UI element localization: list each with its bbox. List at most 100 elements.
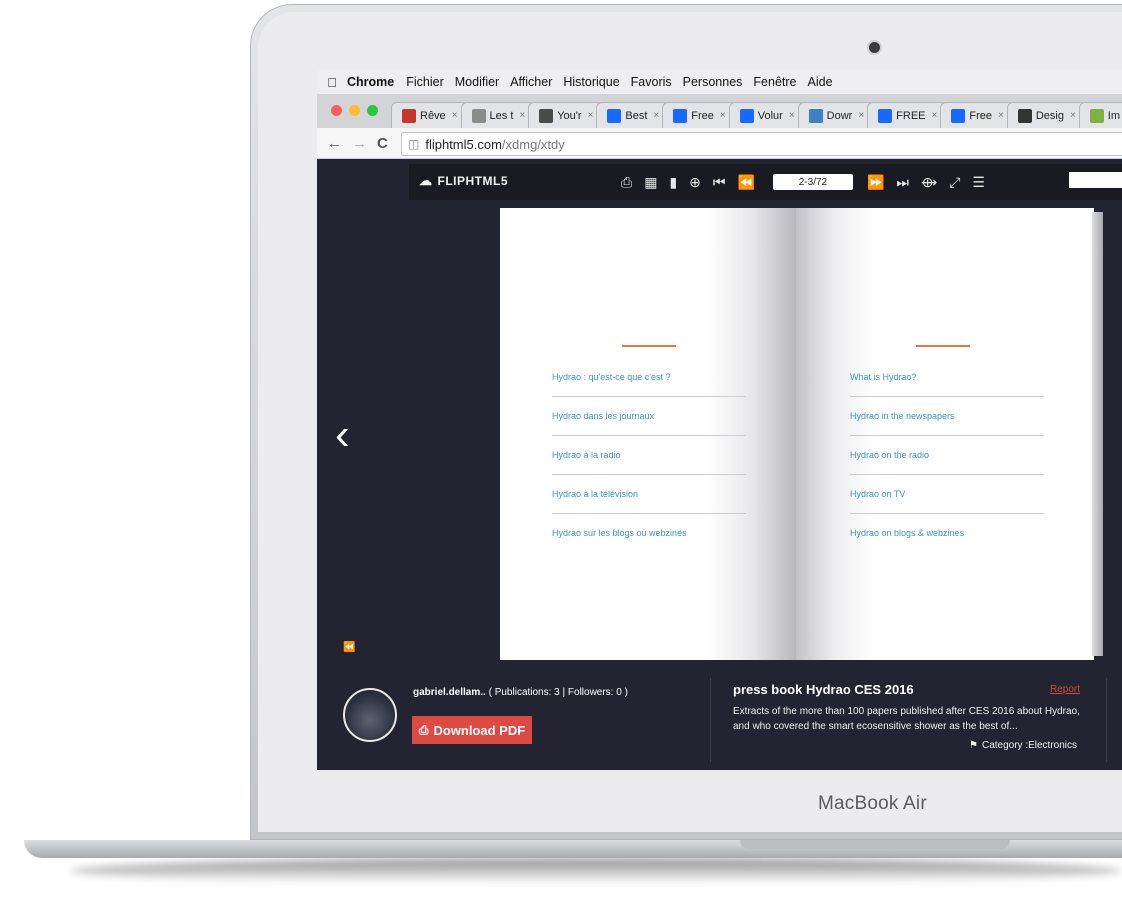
print-icon[interactable]: ⎙ — [621, 174, 632, 191]
back-icon[interactable]: ← — [327, 135, 342, 152]
behance-icon — [607, 108, 622, 123]
right-toc: What is Hydrao? Hydrao in the newspapers… — [850, 358, 1044, 552]
publisher-name[interactable]: gabriel.dellam.. — [413, 687, 486, 698]
previous-page-icon[interactable]: ⏪ — [738, 174, 755, 191]
behance-icon — [739, 108, 754, 123]
table-of-contents-icon[interactable]: ☰ — [972, 174, 985, 191]
toc-item[interactable]: Hydrao sur les blogs ou webzines — [552, 514, 746, 552]
tab-label: Best — [625, 109, 648, 122]
next-page-icon[interactable]: ⏩ — [867, 174, 884, 191]
mac-menubar:  Chrome Fichier Modifier Afficher Histo… — [317, 70, 1122, 95]
s-icon — [1089, 108, 1104, 123]
toc-item[interactable]: Hydrao : qu'est-ce que c'est ? — [552, 358, 746, 397]
close-tab-icon[interactable]: × — [998, 110, 1004, 121]
document-icon — [402, 108, 416, 123]
tab-label: Dowr — [826, 109, 853, 122]
close-window-button[interactable] — [331, 105, 342, 116]
browser-tab[interactable]: Dowr × — [797, 102, 876, 128]
browser-tab[interactable]: Desig × — [1006, 102, 1087, 128]
browser-tab[interactable]: You'r × — [528, 102, 605, 128]
avatar[interactable] — [343, 688, 397, 742]
menu-fenetre[interactable]: Fenêtre — [753, 75, 796, 89]
toc-item[interactable]: Hydrao in the newspapers — [850, 397, 1044, 436]
browser-tab[interactable]: Free × — [662, 102, 737, 128]
apple-icon[interactable]:  — [317, 75, 347, 90]
toc-item[interactable]: What is Hydrao? — [850, 358, 1044, 397]
tab-label: Free — [969, 109, 992, 122]
search-input[interactable] — [1069, 172, 1122, 188]
report-link[interactable]: Report — [1050, 684, 1080, 695]
toc-item[interactable]: Hydrao on TV — [850, 475, 1044, 514]
toc-item[interactable]: Hydrao on the radio — [850, 436, 1044, 475]
share-icon[interactable]: ⟴ — [921, 174, 937, 191]
fliphtml5-logo: ☁ FLIPHTML5 — [419, 173, 508, 189]
publication-footer: gabriel.dellam.. ( Publications: 3 | Fol… — [317, 674, 1122, 770]
thumbnails-icon[interactable]: ▦ — [644, 174, 657, 191]
url-host: fliphtml5.com — [425, 136, 502, 152]
close-tab-icon[interactable]: × — [932, 110, 938, 121]
menu-historique[interactable]: Historique — [563, 75, 619, 89]
behance-icon — [673, 108, 688, 123]
close-tab-icon[interactable]: × — [519, 110, 525, 121]
menu-fichier[interactable]: Fichier — [406, 75, 444, 89]
close-tab-icon[interactable]: × — [588, 110, 594, 121]
menu-favoris[interactable]: Favoris — [631, 75, 672, 89]
right-page[interactable]: What is Hydrao? Hydrao in the newspapers… — [796, 208, 1094, 660]
left-page[interactable]: Hydrao : qu'est-ce que c'est ? Hydrao da… — [500, 208, 796, 660]
browser-tab[interactable]: Rêve × — [391, 102, 469, 128]
page-number-input[interactable]: 2-3/72 — [772, 174, 853, 190]
browser-tab[interactable]: FREE × — [867, 102, 949, 128]
close-tab-icon[interactable]: × — [1070, 110, 1076, 121]
logo-text: FLIPHTML5 — [437, 174, 508, 188]
page-stack-edge — [1092, 212, 1103, 656]
browser-tab[interactable]: Volur × — [728, 102, 806, 128]
reload-icon[interactable]: C — [377, 135, 388, 152]
toc-item[interactable]: Hydrao à la radio — [552, 436, 746, 475]
address-bar[interactable]: ◫ fliphtml5.com/xdmg/xtdy — [401, 132, 1122, 156]
tab-label: Rêve — [420, 109, 446, 122]
fullscreen-icon[interactable]: ⤢ — [949, 174, 960, 191]
download-pdf-label: Download PDF — [433, 722, 526, 738]
toc-item[interactable]: Hydrao on blogs & webzines — [850, 514, 1044, 552]
footer-divider-right — [1106, 678, 1107, 762]
close-tab-icon[interactable]: × — [653, 110, 659, 121]
last-page-icon[interactable]: ⏭ — [896, 174, 909, 191]
browser-tab[interactable]: Les t × — [460, 102, 537, 128]
toc-item[interactable]: Hydrao à la télévision — [552, 475, 746, 514]
behance-icon — [951, 108, 966, 123]
browser-tab[interactable]: Im× — [1078, 102, 1122, 128]
rewind-icon[interactable]: ⏪ — [343, 642, 355, 653]
menu-afficher[interactable]: Afficher — [510, 75, 552, 89]
close-tab-icon[interactable]: × — [858, 110, 864, 121]
category-label: ⚑ Category :Electronics — [969, 740, 1077, 751]
publication-title: press book Hydrao CES 2016 — [733, 682, 914, 697]
menu-aide[interactable]: Aide — [808, 75, 833, 89]
browser-tab[interactable]: Free × — [940, 102, 1015, 128]
close-tab-icon[interactable]: × — [789, 110, 795, 121]
menu-personnes[interactable]: Personnes — [683, 75, 743, 89]
device-label: MacBook Air — [818, 793, 927, 814]
bookmark-icon[interactable]: ▮ — [669, 174, 677, 191]
zoom-icon[interactable]: ⊕ — [689, 174, 701, 191]
tab-label: Free — [691, 109, 714, 122]
menu-modifier[interactable]: Modifier — [455, 75, 499, 89]
tab-strip: Rêve × Les t × You'r × Best × Free × Volur × Dowr × FR… — [317, 94, 1122, 129]
close-tab-icon[interactable]: × — [720, 110, 726, 121]
page-icon: ◫ — [408, 137, 420, 151]
flag-icon: ⚑ — [969, 740, 978, 751]
menu-app-chrome[interactable]: Chrome — [347, 75, 394, 89]
maximize-window-button[interactable] — [367, 105, 378, 116]
download-pdf-button[interactable]: ⎙ Download PDF — [412, 716, 532, 744]
category-text[interactable]: Category :Electronics — [982, 740, 1077, 751]
previous-page-arrow-icon[interactable]: ‹ — [335, 410, 350, 460]
close-tab-icon[interactable]: × — [452, 110, 458, 121]
flipbook[interactable]: Hydrao : qu'est-ce que c'est ? Hydrao da… — [500, 208, 1103, 660]
minimize-window-button[interactable] — [349, 105, 360, 116]
page-icon — [471, 108, 486, 123]
toc-item[interactable]: Hydrao dans les journaux — [552, 397, 746, 436]
first-page-icon[interactable]: ⏮ — [713, 174, 726, 191]
browser-tab[interactable]: Best × — [596, 102, 671, 128]
forward-icon[interactable]: → — [352, 135, 367, 152]
viewer-tools: ⎙ ▦ ▮ ⊕ ⏮ ⏪ 2-3/72 ⏩ ⏭ ⟴ ⤢ ☰ — [621, 164, 997, 200]
pdf-icon: ⎙ — [418, 722, 429, 737]
